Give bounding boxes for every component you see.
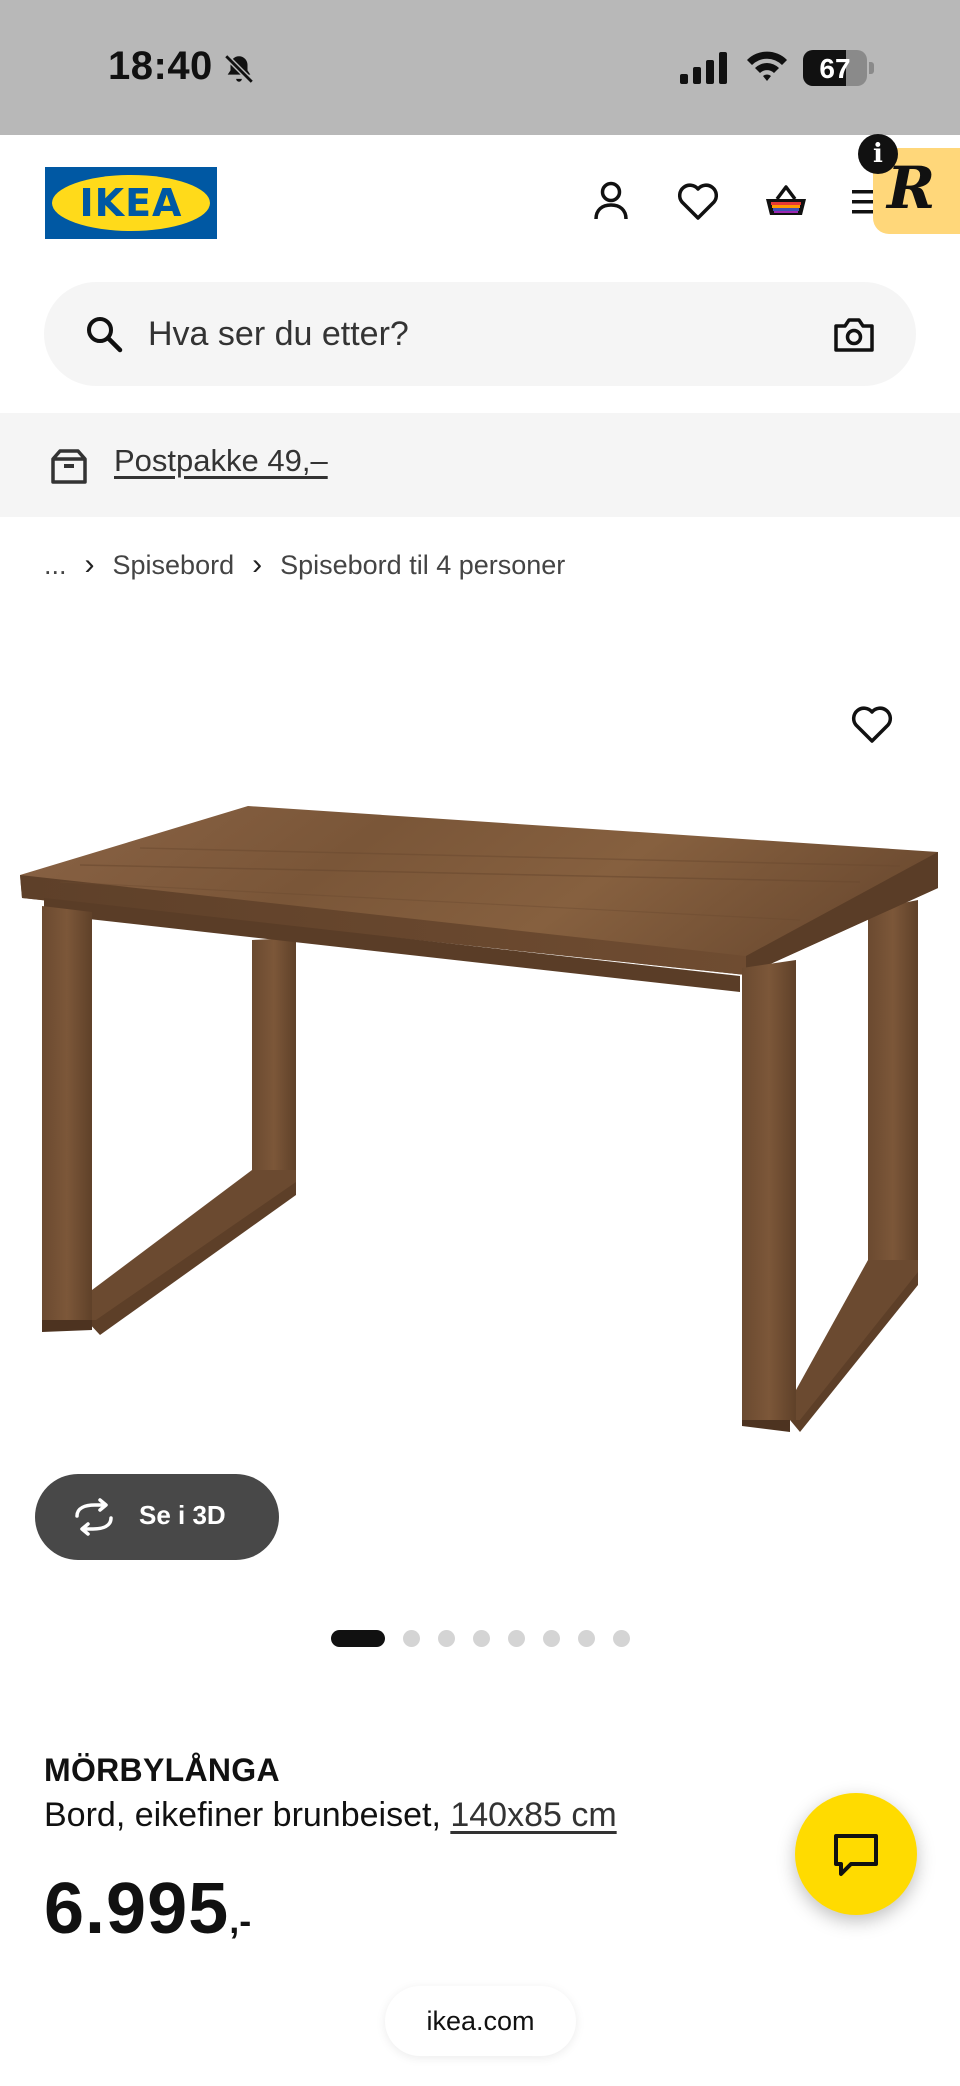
- battery-nub: [869, 62, 874, 74]
- add-to-favourites-icon[interactable]: [848, 700, 896, 748]
- carousel-dot[interactable]: [438, 1630, 455, 1647]
- delivery-banner[interactable]: Postpakke 49,–: [0, 413, 960, 517]
- search-bar: [44, 282, 916, 386]
- wifi-icon: [747, 51, 787, 81]
- camera-icon[interactable]: [832, 312, 876, 356]
- product-name: MÖRBYLÅNGA: [44, 1752, 280, 1788]
- breadcrumb-item-tables-for-4[interactable]: Spisebord til 4 personer: [280, 550, 565, 581]
- carousel-dot[interactable]: [578, 1630, 595, 1647]
- basket-icon[interactable]: [762, 177, 810, 225]
- logo-text: IKEA: [79, 181, 183, 225]
- info-icon[interactable]: i: [858, 134, 898, 174]
- browser-url-bar[interactable]: ikea.com: [385, 1986, 576, 2056]
- price-value: 6.995: [44, 1869, 230, 1949]
- site-header: IKEA: [0, 135, 960, 275]
- price-suffix: ,-: [229, 1900, 252, 1941]
- breadcrumb: ... › Spisebord › Spisebord til 4 person…: [44, 545, 565, 585]
- ikea-product-page: 18:40 67 IKEA R i Hva ser du etter? Post…: [0, 0, 960, 2086]
- image-carousel-dots: [0, 1628, 960, 1648]
- search-input[interactable]: [148, 304, 748, 364]
- package-icon: [51, 449, 87, 484]
- product-dimensions-link[interactable]: 140x85 cm: [450, 1796, 616, 1834]
- status-time: 18:40: [108, 44, 213, 88]
- heart-icon[interactable]: [674, 177, 722, 225]
- product-price: 6.995,-: [44, 1868, 251, 1950]
- status-bar: 18:40 67: [0, 0, 960, 135]
- breadcrumb-item-dining-tables[interactable]: Spisebord: [113, 550, 235, 581]
- view-in-3d-button[interactable]: Se i 3D: [35, 1474, 279, 1560]
- account-icon[interactable]: [587, 177, 635, 225]
- breadcrumb-ellipsis[interactable]: ...: [44, 550, 67, 581]
- carousel-dot[interactable]: [613, 1630, 630, 1647]
- carousel-dot[interactable]: [403, 1630, 420, 1647]
- carousel-dot[interactable]: [473, 1630, 490, 1647]
- chat-button[interactable]: [795, 1793, 917, 1915]
- product-description-text: Bord, eikefiner brunbeiset,: [44, 1796, 451, 1834]
- signal-icon: [680, 52, 727, 84]
- product-image[interactable]: [0, 620, 960, 1470]
- logo-oval: IKEA: [52, 175, 210, 231]
- chevron-right-icon: ›: [84, 548, 95, 581]
- product-description: Bord, eikefiner brunbeiset, 140x85 cm: [44, 1796, 617, 1835]
- bell-muted-icon: [224, 54, 254, 84]
- battery-percent: 67: [819, 53, 851, 84]
- delivery-banner-link[interactable]: Postpakke 49,–: [114, 443, 328, 479]
- carousel-dot[interactable]: [543, 1630, 560, 1647]
- view-in-3d-label: Se i 3D: [139, 1500, 226, 1530]
- battery-body: 67: [803, 50, 867, 86]
- carousel-dot-active[interactable]: [331, 1630, 385, 1647]
- search-icon: [87, 317, 123, 353]
- ikea-logo[interactable]: IKEA: [45, 167, 217, 239]
- battery-icon: 67: [803, 50, 874, 86]
- chat-bubble-icon: [834, 1834, 878, 1876]
- rotate-3d-icon: [75, 1498, 113, 1536]
- chevron-right-icon: ›: [252, 548, 263, 581]
- carousel-dot[interactable]: [508, 1630, 525, 1647]
